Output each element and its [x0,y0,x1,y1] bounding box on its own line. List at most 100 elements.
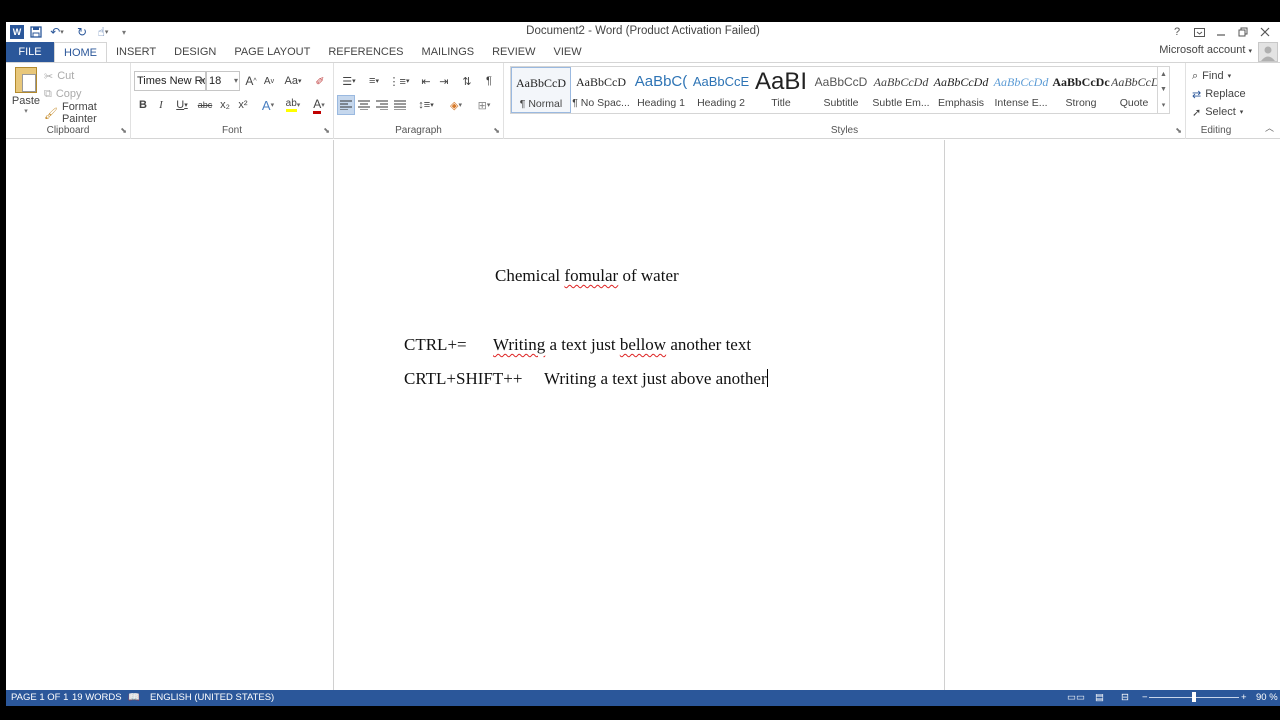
tab-view[interactable]: VIEW [545,42,591,62]
show-formatting-marks-button[interactable]: ¶ [480,71,498,91]
chevron-down-icon: ▾ [1239,109,1244,116]
font-size-combo[interactable]: 18 ▾ [206,71,240,91]
align-left-icon[interactable] [337,95,355,115]
account-menu[interactable]: Microsoft account ▾ [1159,44,1252,56]
font-color-icon[interactable]: A ▾ [307,95,331,115]
style-intense-emphasis[interactable]: AaBbCcDd Intense E... [991,67,1051,113]
read-mode-icon[interactable]: ▭▭ [1067,692,1085,703]
misspelled-word[interactable]: Writing [493,335,545,354]
close-icon[interactable] [1254,22,1276,42]
font-family-combo[interactable]: Times New Ro ▾ [134,71,206,91]
increase-indent-icon[interactable]: ⇥ [435,71,453,91]
language-indicator[interactable]: ENGLISH (UNITED STATES) [150,692,274,703]
borders-icon[interactable]: ⊞ ▾ [472,95,496,115]
proofing-icon[interactable]: 📖 [128,692,140,703]
tab-insert[interactable]: INSERT [107,42,165,62]
styles-gallery-scroll[interactable]: ▲ ▼ ▾ [1157,67,1169,113]
justify-icon[interactable] [391,95,409,115]
cut-button[interactable]: ✂ Cut [44,67,74,85]
multilevel-list-icon[interactable]: ⋮≡ ▾ [387,71,411,91]
zoom-level[interactable]: 90 % [1256,692,1278,703]
tab-page-layout[interactable]: PAGE LAYOUT [225,42,319,62]
page-count[interactable]: PAGE 1 OF 1 [11,692,68,703]
restore-icon[interactable] [1232,22,1254,42]
style-quote[interactable]: AaBbCcD( Quote [1111,67,1157,113]
style-heading-1[interactable]: AaBbC( Heading 1 [631,67,691,113]
bold-button[interactable]: B [134,95,152,115]
zoom-in-button[interactable]: + [1241,692,1247,703]
chevron-up-icon[interactable]: ▲ [1160,71,1167,78]
dialog-launcher-icon[interactable]: ⬊ [493,126,500,135]
change-case-icon[interactable]: Aa ▾ [281,71,305,91]
tab-home[interactable]: HOME [54,42,107,63]
tab-references[interactable]: REFERENCES [319,42,412,62]
dialog-launcher-icon[interactable]: ⬊ [323,126,330,135]
zoom-slider[interactable] [1149,692,1239,702]
minimize-icon[interactable] [1210,22,1232,42]
misspelled-word[interactable]: bellow [620,335,666,354]
strikethrough-button[interactable]: abc [195,95,215,115]
dialog-launcher-icon[interactable]: ⬊ [1175,126,1182,135]
style-strong[interactable]: AaBbCcDc Strong [1051,67,1111,113]
web-layout-icon[interactable]: ⊟ [1121,692,1129,703]
style-subtle-emphasis[interactable]: AaBbCcDd Subtle Em... [871,67,931,113]
account-label: Microsoft account [1159,44,1246,56]
word-count[interactable]: 19 WORDS [72,692,122,703]
zoom-slider-thumb[interactable] [1192,692,1196,702]
italic-button[interactable]: I [152,95,170,115]
chevron-down-icon: ▾ [233,76,238,85]
sort-icon[interactable]: ⇅ [458,71,476,91]
style-title[interactable]: AaBI Title [751,67,811,113]
underline-button[interactable]: U ▾ [170,95,194,115]
styles-group: AaBbCcD ¶ Normal AaBbCcD ¶ No Spac... Aa… [504,63,1186,139]
zoom-out-button[interactable]: − [1142,692,1148,703]
style-subtitle[interactable]: AaBbCcD Subtitle [811,67,871,113]
document-page[interactable]: Chemical fomular of water CTRL+= Writing … [333,140,945,690]
paste-label: Paste [11,95,41,107]
superscript-button[interactable]: x² [234,95,252,115]
avatar[interactable] [1258,42,1278,62]
print-layout-icon[interactable]: ▤ [1095,692,1104,703]
help-button[interactable]: ? [1166,22,1188,42]
style-heading-2[interactable]: AaBbCcE Heading 2 [691,67,751,113]
subscript-button[interactable]: x₂ [216,95,234,115]
misspelled-word[interactable]: fomular [564,266,618,285]
more-styles-icon[interactable]: ▾ [1162,101,1166,109]
style-emphasis[interactable]: AaBbCcDd Emphasis [931,67,991,113]
shrink-font-icon[interactable]: Av [260,71,278,91]
find-button[interactable]: ⌕ Find ▾ [1192,67,1231,85]
shrink-font-label: A [263,75,271,87]
select-button[interactable]: ➚ Select ▾ [1192,103,1243,121]
bullets-icon[interactable]: ☰ ▾ [337,71,361,91]
tab-file[interactable]: FILE [6,42,54,62]
grow-font-icon[interactable]: A ^ [242,71,260,91]
style-normal[interactable]: AaBbCcD ¶ Normal [511,67,571,113]
chevron-down-icon: ▾ [1248,48,1252,55]
copy-icon: ⧉ [44,87,52,100]
chevron-down-icon: ▾ [24,108,28,115]
format-painter-button[interactable]: 🖌 Format Painter [44,101,130,125]
ribbon-display-options-icon[interactable] [1188,22,1210,42]
tab-review[interactable]: REVIEW [483,42,544,62]
underline-label: U [176,99,185,111]
replace-button[interactable]: ⇄ Replace [1192,85,1246,103]
window-controls: ? [1166,22,1276,42]
tab-design[interactable]: DESIGN [165,42,225,62]
shading-icon[interactable]: ◈ ▾ [444,95,468,115]
align-center-icon[interactable] [355,95,373,115]
clear-formatting-icon[interactable]: ✐ [311,71,329,91]
align-right-icon[interactable] [373,95,391,115]
style-no-spacing[interactable]: AaBbCcD ¶ No Spac... [571,67,631,113]
paste-button[interactable]: Paste ▾ [10,67,42,117]
text-effects-icon[interactable]: A ▾ [257,95,279,115]
collapse-ribbon-icon[interactable]: ︿ [1265,121,1274,134]
dialog-launcher-icon[interactable]: ⬊ [120,126,127,135]
paragraph-group-label: Paragraph [395,125,442,136]
numbering-icon[interactable]: ≡ ▾ [362,71,386,91]
decrease-indent-icon[interactable]: ⇤ [417,71,435,91]
tab-mailings[interactable]: MAILINGS [413,42,484,62]
highlight-icon[interactable]: ab ▾ [281,95,305,115]
style-name: ¶ No Spac... [572,97,630,109]
line-spacing-icon[interactable]: ↕≡ ▾ [414,95,438,115]
chevron-down-icon[interactable]: ▼ [1160,86,1167,93]
